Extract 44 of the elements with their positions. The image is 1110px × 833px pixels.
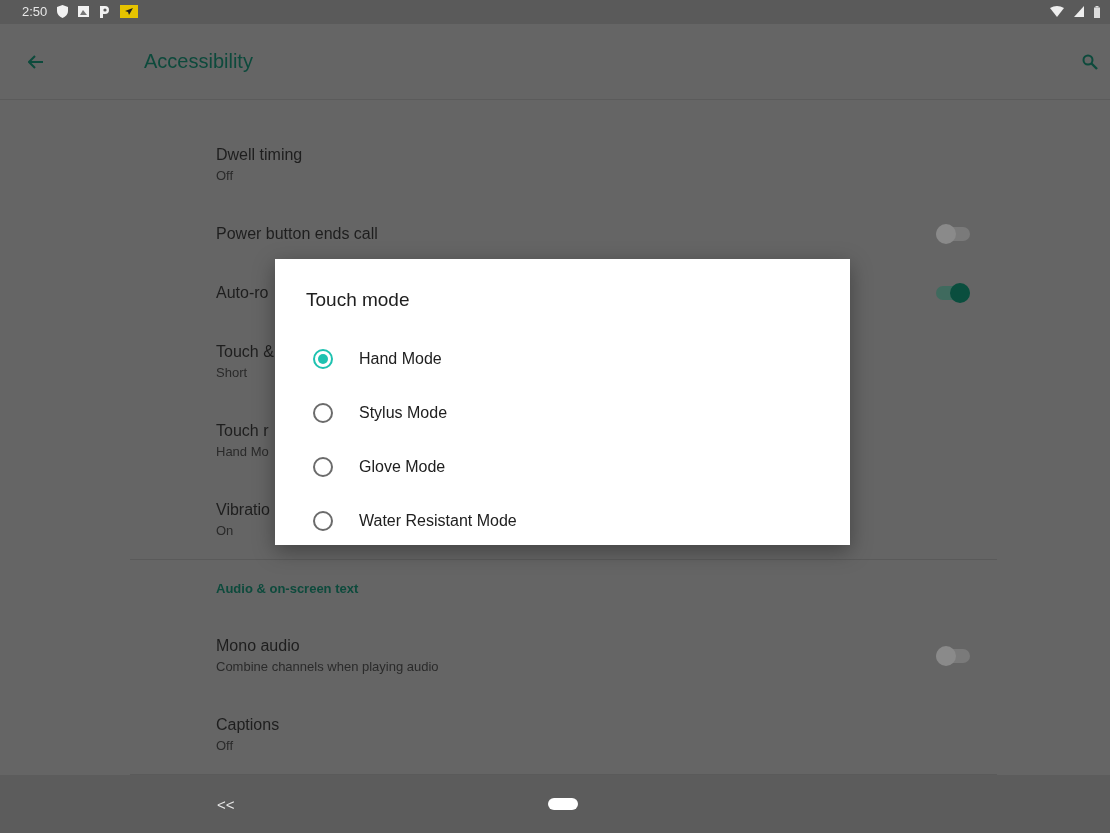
radio-option[interactable]: Water Resistant Mode (275, 494, 850, 548)
dialog-title: Touch mode (305, 289, 411, 311)
setting-summary: Short (216, 365, 248, 381)
setting-title: Auto-ro (216, 283, 269, 302)
setting-title: Mono audio (216, 637, 300, 656)
toggle-switch[interactable] (936, 285, 970, 300)
setting-summary: On (216, 523, 234, 539)
setting-title: Power button ends call (216, 224, 378, 243)
battery-icon (1094, 5, 1100, 18)
radio-option[interactable]: Glove Mode (275, 440, 850, 494)
radio-option[interactable]: Stylus Mode (275, 386, 850, 440)
back-button[interactable]: << (217, 795, 235, 813)
image-icon (78, 6, 90, 18)
setting-title: Touch r (216, 422, 269, 441)
setting-summary: Off (216, 168, 234, 184)
option-label: Glove Mode (359, 458, 446, 476)
toggle-switch[interactable] (936, 648, 970, 663)
setting-summary: Hand Mo (216, 444, 269, 460)
option-label: Stylus Mode (359, 404, 448, 422)
section-header: Audio & on-screen text (216, 580, 359, 596)
radio-button[interactable] (313, 511, 333, 531)
setting-summary: Off (216, 738, 234, 754)
setting-title: Captions (216, 716, 280, 735)
home-button[interactable] (548, 798, 578, 811)
radio-button[interactable] (313, 457, 333, 477)
option-label: Water Resistant Mode (359, 512, 517, 530)
screen-title: Accessibility (144, 50, 254, 74)
back-arrow-icon[interactable] (28, 54, 44, 69)
setting-title: Vibratio (216, 501, 270, 520)
radio-option[interactable]: Hand Mode (275, 332, 850, 386)
option-label: Hand Mode (359, 350, 442, 368)
signal-icon (1074, 6, 1084, 18)
setting-title: Touch & (216, 343, 274, 362)
radio-button[interactable] (313, 403, 333, 423)
toggle-switch[interactable] (936, 226, 970, 241)
search-icon[interactable] (1082, 53, 1098, 70)
parking-icon (99, 5, 111, 19)
clock-time: 2:50 (22, 4, 48, 20)
setting-title: Dwell timing (216, 146, 303, 165)
wifi-icon (1050, 6, 1064, 18)
radio-button[interactable] (313, 349, 333, 369)
setting-summary: Combine channels when playing audio (216, 659, 439, 675)
navigation-icon (120, 5, 139, 19)
shield-icon (57, 5, 69, 19)
